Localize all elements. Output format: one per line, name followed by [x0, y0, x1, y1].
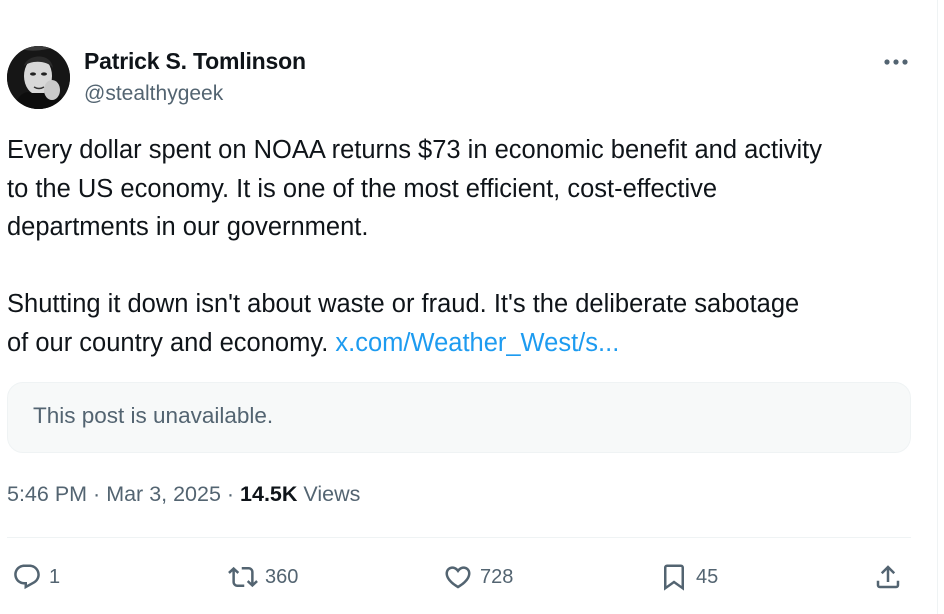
- reply-bubble-icon: [14, 564, 40, 590]
- reply-count: 1: [49, 565, 61, 588]
- more-horizontal-icon: [884, 59, 908, 65]
- author-handle[interactable]: @stealthygeek: [84, 82, 223, 106]
- post-link[interactable]: x.com/Weather_West/s...: [335, 329, 619, 357]
- avatar-image: [7, 46, 70, 109]
- bookmark-button[interactable]: 45: [659, 560, 718, 594]
- author-display-name[interactable]: Patrick S. Tomlinson: [84, 48, 306, 75]
- repost-arrows-icon: [228, 566, 258, 588]
- post-date[interactable]: Mar 3, 2025: [106, 482, 221, 506]
- post-text-line: of our country and economy. x.com/Weathe…: [7, 324, 922, 363]
- views-count: 14.5K: [240, 482, 298, 506]
- views-label: Views: [297, 482, 361, 506]
- avatar[interactable]: [7, 46, 70, 109]
- meta-separator: ·: [87, 482, 107, 506]
- post-text-line: departments in our government.: [7, 213, 369, 241]
- more-options-button[interactable]: [874, 46, 918, 78]
- column-border: [937, 0, 938, 614]
- share-upload-icon: [876, 565, 900, 589]
- meta-separator: ·: [220, 482, 241, 506]
- repost-button[interactable]: 360: [228, 560, 298, 594]
- share-button[interactable]: [873, 560, 903, 594]
- quoted-post-unavailable-text: This post is unavailable.: [33, 403, 274, 428]
- post-text-line: Shutting it down isn't about waste or fr…: [7, 290, 800, 318]
- bookmark-icon: [664, 564, 684, 591]
- actions-divider: [7, 537, 911, 538]
- like-count: 728: [480, 565, 514, 588]
- bookmark-count: 45: [696, 565, 719, 588]
- heart-icon: [445, 566, 471, 589]
- post-text-line: to the US economy. It is one of the most…: [7, 174, 718, 203]
- repost-count: 360: [265, 565, 299, 588]
- quoted-post-card[interactable]: This post is unavailable.: [7, 382, 911, 453]
- post-metadata: 5:46 PM · Mar 3, 2025 · 14.5K Views: [7, 482, 360, 507]
- reply-button[interactable]: 1: [12, 560, 60, 594]
- tweet: Patrick S. Tomlinson @stealthygeek Every…: [0, 0, 944, 614]
- post-text: Every dollar spent on NOAA returns $73 i…: [7, 131, 922, 362]
- post-text-fragment: of our country and economy.: [7, 328, 336, 357]
- post-text-line: Every dollar spent on NOAA returns $73 i…: [7, 136, 823, 164]
- like-button[interactable]: 728: [443, 560, 513, 594]
- post-time[interactable]: 5:46 PM: [7, 482, 87, 506]
